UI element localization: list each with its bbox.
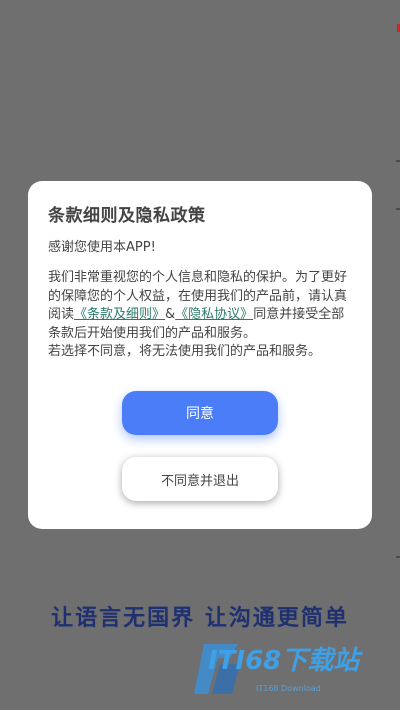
ampersand: &: [165, 307, 176, 322]
edge-mark: [396, 208, 400, 210]
decline-notice: 若选择不同意，将无法使用我们的产品和服务。: [48, 344, 322, 359]
app-slogan: 让语言无国界 让沟通更简单: [51, 606, 349, 631]
privacy-dialog: 条款细则及隐私政策 感谢您使用本APP! 我们非常重视您的个人信息和隐私的保护。…: [28, 181, 372, 529]
decline-exit-button[interactable]: 不同意并退出: [122, 457, 278, 501]
edge-mark: [396, 160, 400, 162]
dialog-title: 条款细则及隐私政策: [48, 206, 206, 226]
agree-button[interactable]: 同意: [122, 391, 278, 435]
greeting-text: 感谢您使用本APP!: [48, 240, 156, 255]
watermark-subtext: IT168 Download: [256, 684, 321, 693]
privacy-link[interactable]: 《隐私协议》: [175, 307, 253, 322]
watermark-text: ITI68下载站: [208, 646, 360, 676]
edge-mark: [396, 556, 400, 558]
watermark-logo: ITI68下载站 IT168 Download: [190, 632, 390, 707]
dialog-body: 我们非常重视您的个人信息和隐私的保护。为了更好的保障您的个人权益，在使用我们的产…: [48, 269, 352, 362]
terms-link[interactable]: 《条款及细则》: [74, 307, 165, 322]
screen-overlay: 条款细则及隐私政策 感谢您使用本APP! 我们非常重视您的个人信息和隐私的保护。…: [0, 0, 400, 710]
